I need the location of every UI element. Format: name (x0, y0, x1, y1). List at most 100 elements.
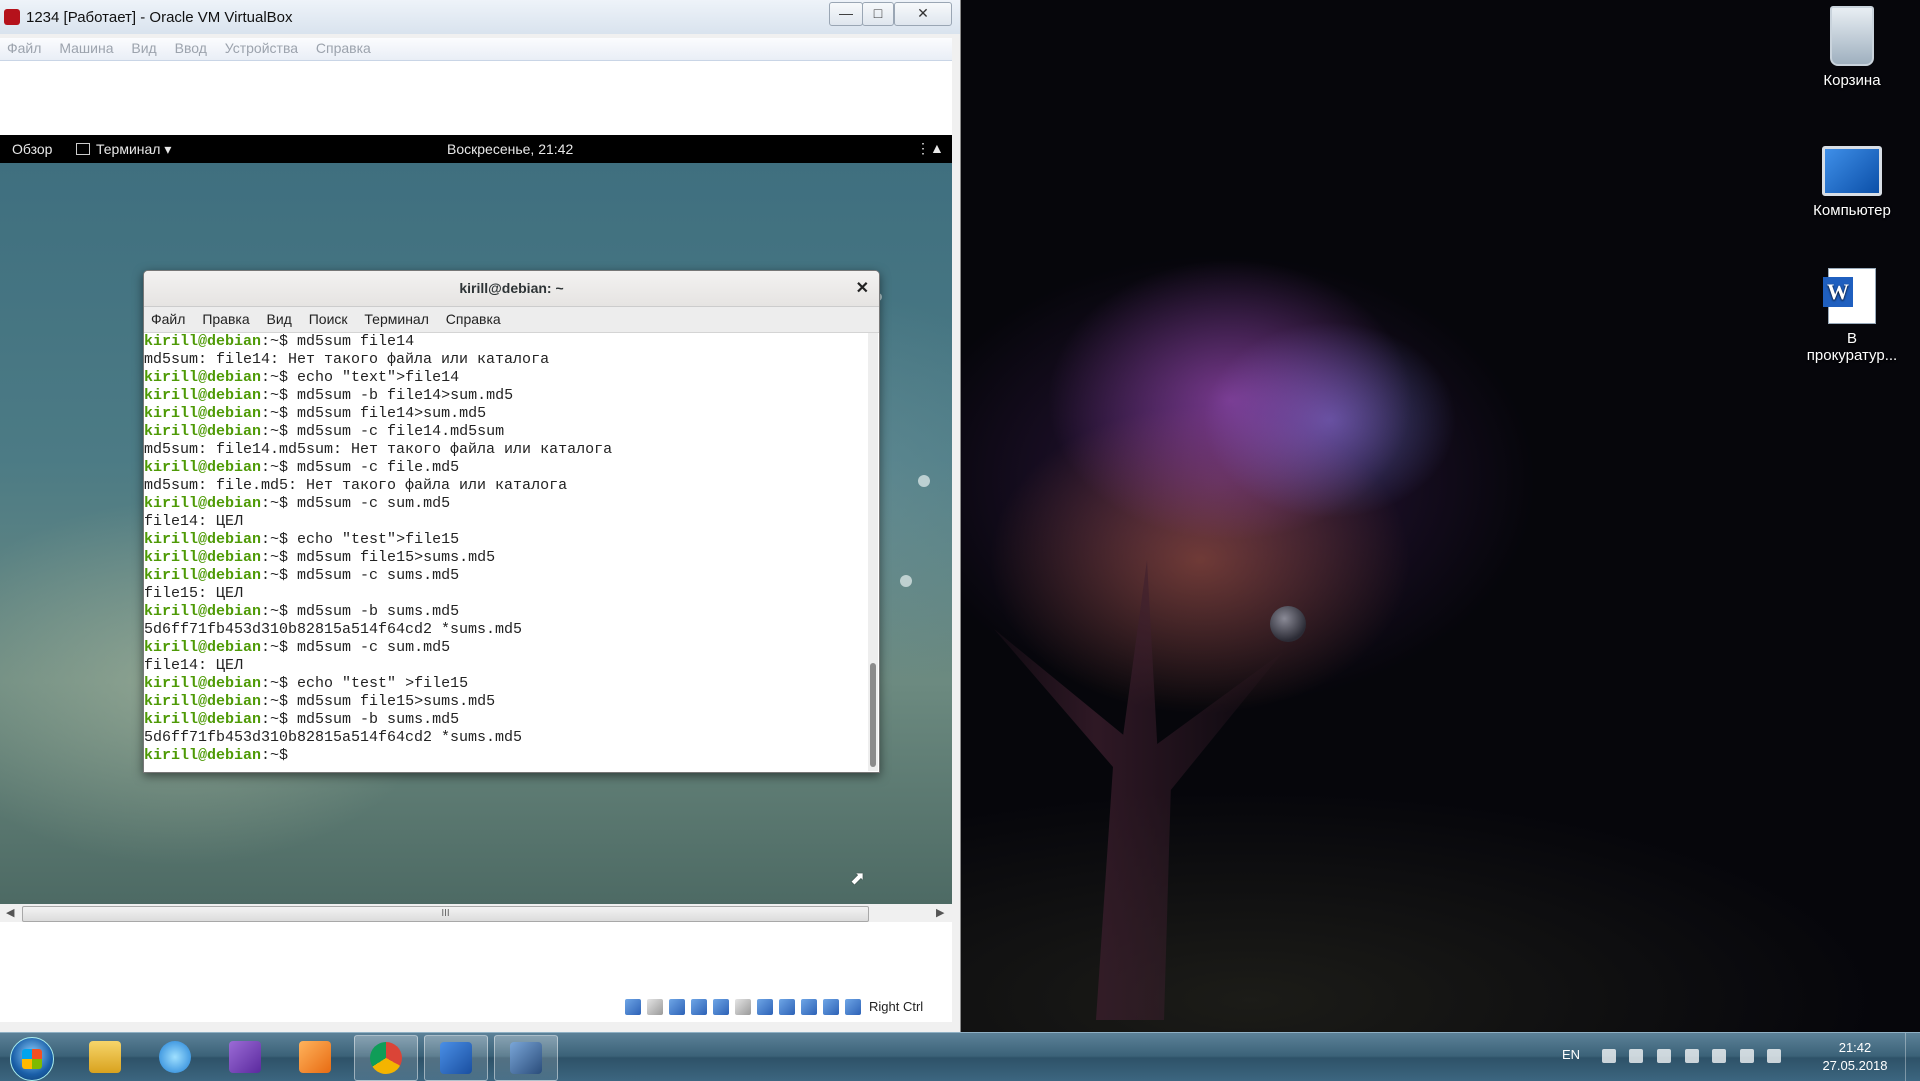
start-button[interactable] (10, 1037, 54, 1081)
vbox-menu-help[interactable]: Справка (316, 40, 371, 56)
usb-icon[interactable] (713, 998, 729, 1015)
display-icon[interactable] (757, 998, 773, 1015)
mouse-integration-icon[interactable] (823, 998, 839, 1015)
chrome-tray-icon[interactable] (1601, 1048, 1616, 1063)
terminal-line: md5sum: file.md5: Нет такого файла или к… (144, 477, 867, 495)
vbox-blank-area (0, 61, 952, 135)
taskbar-clock[interactable]: 21:42 27.05.2018 (1815, 1039, 1895, 1075)
prompt-user: kirill@debian (144, 387, 262, 404)
taskbar-word[interactable] (424, 1035, 488, 1081)
word-document-icon: W (1823, 268, 1876, 324)
scroll-right-icon[interactable]: ▶ (936, 906, 944, 919)
line-text: md5sum file14>sum.md5 (297, 405, 487, 422)
vbox-menu-view[interactable]: Вид (131, 40, 156, 56)
video-capture-icon[interactable] (779, 998, 795, 1015)
network-tray-icon[interactable] (1656, 1048, 1671, 1063)
line-text: md5sum file15>sums.md5 (297, 693, 496, 710)
taskbar-chrome[interactable] (354, 1035, 418, 1081)
signal-icon[interactable] (1629, 1048, 1644, 1063)
line-text: md5sum -c sum.md5 (297, 639, 451, 656)
prompt-user: kirill@debian (144, 675, 262, 692)
terminal-menu-file[interactable]: Файл (151, 311, 185, 327)
vbox-menu-devices[interactable]: Устройства (225, 40, 298, 56)
terminal-line: file14: ЦЕЛ (144, 513, 867, 531)
terminal-icon (76, 143, 90, 155)
prompt-suffix: :~$ (261, 495, 298, 512)
prompt-suffix: :~$ (261, 603, 298, 620)
vbox-menu-input[interactable]: Ввод (175, 40, 207, 56)
mouse-cursor-icon: ⬈ (850, 868, 866, 888)
close-button[interactable]: ✕ (894, 2, 952, 26)
terminal-menubar: Файл Правка Вид Поиск Терминал Справка (144, 307, 879, 333)
hard-disk-icon[interactable] (625, 998, 641, 1015)
cpu-icon[interactable] (801, 998, 817, 1015)
terminal-menu-view[interactable]: Вид (267, 311, 292, 327)
desktop-icon-recycle-bin[interactable]: Корзина (1804, 6, 1900, 89)
terminal-menu-help[interactable]: Справка (446, 311, 501, 327)
volume-icon[interactable] (1767, 1048, 1782, 1063)
desktop-icon-computer[interactable]: Компьютер (1804, 146, 1900, 219)
terminal-line: md5sum: file14.md5sum: Нет такого файла … (144, 441, 867, 459)
vbox-menu-machine[interactable]: Машина (59, 40, 113, 56)
battery-icon[interactable] (1712, 1048, 1727, 1063)
wallpaper-planet (1270, 606, 1306, 642)
taskbar-visual-studio[interactable] (214, 1035, 276, 1079)
maximize-button[interactable]: □ (862, 2, 894, 26)
terminal-titlebar[interactable]: kirill@debian: ~ ✕ (144, 271, 879, 307)
desktop-icon-word-document[interactable]: W В прокуратур... (1804, 268, 1900, 364)
terminal-line: file15: ЦЕЛ (144, 585, 867, 603)
network-adapter-icon[interactable] (691, 998, 707, 1015)
taskbar-media-player[interactable] (284, 1035, 346, 1079)
vbox-menu-file[interactable]: Файл (7, 40, 41, 56)
window-titlebar[interactable]: 1234 [Работает] - Oracle VM VirtualBox —… (0, 0, 960, 34)
shared-folders-icon[interactable] (735, 998, 751, 1015)
guest-display[interactable]: Обзор Терминал ▾ Воскресенье, 21:42 ⋮▲ ⬈… (0, 135, 952, 904)
vbox-scroll-thumb[interactable]: III (22, 906, 869, 922)
ie-icon (159, 1041, 191, 1073)
line-text: md5sum: file14: Нет такого файла или кат… (144, 351, 550, 368)
activities-button[interactable]: Обзор (12, 141, 52, 157)
desktop-icon-label: В прокуратур... (1806, 330, 1898, 364)
terminal-menu-search[interactable]: Поиск (309, 311, 348, 327)
prompt-user: kirill@debian (144, 333, 262, 350)
terminal-output[interactable]: kirill@debian:~$ md5sum file14 md5sum: fi… (144, 333, 867, 771)
clock-time: 21:42 (1838, 1040, 1872, 1055)
prompt-suffix: :~$ (261, 693, 298, 710)
close-icon[interactable]: ✕ (856, 278, 869, 298)
terminal-line: kirill@debian:~$ md5sum -c file14.md5sum (144, 423, 867, 441)
taskbar-explorer[interactable] (74, 1035, 136, 1079)
gnome-clock[interactable]: Воскресенье, 21:42 (447, 141, 573, 157)
app-menu-button[interactable]: Терминал ▾ (76, 141, 171, 158)
terminal-line: kirill@debian:~$ md5sum -b file14>sum.md… (144, 387, 867, 405)
minimize-button[interactable]: — (829, 2, 863, 26)
prompt-suffix: :~$ (261, 639, 298, 656)
prompt-suffix: :~$ (261, 369, 298, 386)
terminal-title: kirill@debian: ~ (459, 280, 564, 296)
taskbar-ie[interactable] (144, 1035, 206, 1079)
show-desktop-button[interactable] (1905, 1033, 1920, 1081)
security-icon[interactable] (1684, 1048, 1699, 1063)
audio-icon[interactable] (669, 998, 685, 1015)
terminal-line: kirill@debian:~$ md5sum -b sums.md5 (144, 603, 867, 621)
vbox-horizontal-scrollbar[interactable]: ◀ III ▶ (0, 904, 952, 922)
system-tray: EN (1562, 1047, 1782, 1063)
language-indicator[interactable]: EN (1562, 1047, 1580, 1062)
bluetooth-icon[interactable] (1739, 1048, 1754, 1063)
scroll-left-icon[interactable]: ◀ (6, 906, 14, 919)
terminal-scrollbar[interactable] (868, 333, 878, 771)
terminal-line: kirill@debian:~$ md5sum file15>sums.md5 (144, 549, 867, 567)
line-text: md5sum: file14.md5sum: Нет такого файла … (144, 441, 613, 458)
word-icon (440, 1042, 472, 1074)
vbox-status-bar: Right Ctrl (625, 998, 923, 1020)
keyboard-capture-icon[interactable] (845, 998, 861, 1015)
optical-drive-icon[interactable] (647, 998, 663, 1015)
taskbar-virtualbox[interactable] (494, 1035, 558, 1081)
terminal-line: kirill@debian:~$ echo "test" >file15 (144, 675, 867, 693)
prompt-user: kirill@debian (144, 423, 262, 440)
network-icon[interactable]: ⋮▲ (916, 140, 944, 157)
terminal-window[interactable]: kirill@debian: ~ ✕ Файл Правка Вид Поиск… (143, 270, 880, 773)
prompt-user: kirill@debian (144, 369, 262, 386)
terminal-menu-edit[interactable]: Правка (202, 311, 249, 327)
terminal-menu-terminal[interactable]: Терминал (364, 311, 428, 327)
terminal-scroll-thumb[interactable] (870, 663, 876, 767)
